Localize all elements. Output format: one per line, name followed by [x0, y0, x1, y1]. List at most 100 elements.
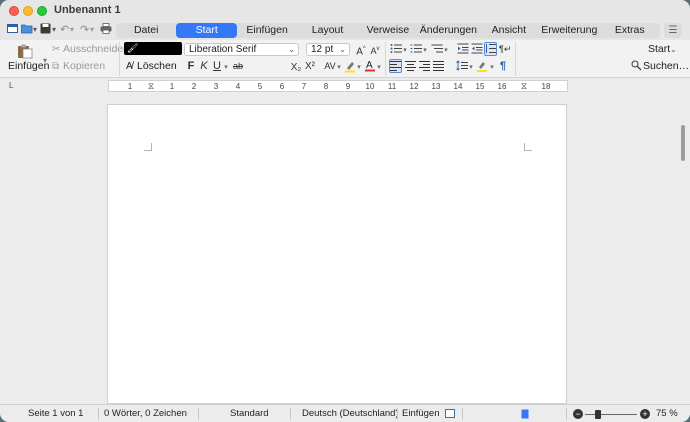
ruler-number: 16: [497, 82, 507, 91]
tab-start[interactable]: Start: [176, 23, 237, 38]
save-icon[interactable]: [40, 23, 51, 37]
text-direction-icon[interactable]: ¶↵: [499, 43, 511, 56]
status-separator: [566, 408, 567, 420]
open-icon[interactable]: [21, 23, 33, 37]
right-indent-marker[interactable]: ⧖: [521, 81, 527, 92]
status-separator: [462, 408, 463, 420]
close-window-button[interactable]: [9, 6, 19, 16]
tab-aenderungen[interactable]: Änderungen: [418, 23, 478, 38]
bold-button[interactable]: F: [186, 60, 196, 73]
line-spacing-dropdown-icon[interactable]: ▾: [468, 61, 474, 74]
numbering-icon[interactable]: [410, 43, 422, 58]
tab-datei[interactable]: Datei: [116, 23, 176, 38]
align-right-icon[interactable]: [418, 60, 430, 75]
zoom-level[interactable]: 75 %: [656, 408, 678, 420]
increase-indent-icon[interactable]: [457, 43, 469, 58]
redo-icon[interactable]: ↷: [80, 23, 89, 37]
font-color-dropdown-icon[interactable]: ▾: [376, 61, 382, 74]
tab-ansicht[interactable]: Ansicht: [479, 23, 539, 38]
font-color-icon[interactable]: A: [364, 59, 376, 76]
hamburger-menu-icon[interactable]: ☰: [664, 23, 682, 38]
decrease-indent-icon[interactable]: [471, 43, 483, 58]
zoom-slider-handle[interactable]: [595, 410, 601, 419]
font-size-value: 12 pt: [311, 44, 334, 55]
chevron-down-icon: ⌄: [339, 45, 346, 54]
italic-button[interactable]: K: [199, 60, 209, 73]
bullets-dropdown-icon[interactable]: ▾: [402, 44, 408, 57]
redo-dropdown-icon[interactable]: ▾: [90, 23, 94, 37]
style-list-button[interactable]: Start: [648, 43, 670, 56]
horizontal-ruler[interactable]: 1 ⧖ 1 2 3 4 5 6 7 8 9 10 11 12 13 14 15 …: [108, 80, 568, 92]
align-left-icon[interactable]: [389, 59, 402, 73]
style-dropdown-icon[interactable]: ⌄: [670, 43, 677, 56]
grow-font-icon[interactable]: A^: [355, 43, 367, 58]
text-boundary-corner: [144, 143, 152, 151]
align-center-icon[interactable]: [404, 60, 416, 75]
undo-icon[interactable]: ↶: [60, 23, 69, 37]
strikethrough-button[interactable]: ab: [232, 60, 244, 73]
underline-dropdown-icon[interactable]: ▾: [223, 61, 229, 74]
cut-icon[interactable]: ✂: [52, 43, 60, 56]
tab-layout[interactable]: Layout: [297, 23, 357, 38]
language[interactable]: Deutsch (Deutschland): [302, 408, 399, 420]
line-spacing-icon[interactable]: [456, 60, 468, 75]
print-icon[interactable]: [100, 23, 112, 37]
outline-icon[interactable]: [431, 43, 443, 58]
clear-format-button[interactable]: Löschen: [137, 60, 177, 73]
ruler-number: 2: [191, 82, 197, 91]
copy-button[interactable]: Kopieren: [63, 60, 105, 73]
save-dropdown-icon[interactable]: ▾: [52, 23, 56, 37]
bullets-icon[interactable]: [390, 43, 402, 58]
find-button[interactable]: Suchen…: [643, 60, 689, 73]
open-dropdown-icon[interactable]: ▾: [33, 23, 37, 37]
ruler-bar: L 1 ⧖ 1 2 3 4 5 6 7 8 9 10 11 12 13 14 1…: [0, 78, 690, 94]
paragraph-mark-icon[interactable]: ¶: [498, 60, 508, 73]
left-indent-marker[interactable]: ⧖: [148, 81, 154, 92]
highlight-dropdown-icon[interactable]: ▾: [356, 61, 362, 74]
page-style[interactable]: Standard: [230, 408, 269, 420]
tab-stop-selector-icon[interactable]: L: [9, 81, 13, 90]
justify-icon[interactable]: [432, 60, 444, 75]
shrink-font-icon[interactable]: Av: [369, 43, 381, 58]
tab-extras[interactable]: Extras: [600, 23, 660, 38]
zoom-out-icon[interactable]: −: [573, 409, 583, 419]
paragraph-background-icon[interactable]: [476, 60, 488, 76]
paragraph-spacing-icon[interactable]: [484, 42, 497, 56]
superscript-button[interactable]: X²: [304, 60, 316, 73]
tab-einfuegen[interactable]: Einfügen: [237, 23, 297, 38]
insert-mode[interactable]: Einfügen: [402, 408, 440, 420]
underline-button[interactable]: U: [212, 60, 222, 73]
character-spacing-icon[interactable]: AV: [324, 60, 336, 73]
ruler-number: 14: [453, 82, 463, 91]
minimize-window-button[interactable]: [23, 6, 33, 16]
page-count[interactable]: Seite 1 von 1: [28, 408, 83, 420]
outline-dropdown-icon[interactable]: ▾: [443, 44, 449, 57]
tab-verweise[interactable]: Verweise: [358, 23, 418, 38]
single-page-view-icon[interactable]: [521, 409, 529, 422]
paragraph-background-dropdown-icon[interactable]: ▾: [489, 61, 495, 74]
find-replace-icon[interactable]: [631, 60, 642, 75]
font-name-field[interactable]: Liberation Serif ⌄: [184, 43, 299, 56]
style-preview-box[interactable]: 🖌: [124, 42, 182, 55]
copy-icon[interactable]: ⧉: [52, 60, 59, 73]
ribbon-tabs: Datei Start Einfügen Layout Verweise Änd…: [116, 23, 660, 38]
zoom-slider[interactable]: [585, 414, 637, 415]
zoom-window-button[interactable]: [37, 6, 47, 16]
subscript-button[interactable]: X₂: [290, 61, 302, 74]
ruler-number: 1: [127, 82, 133, 91]
document-page[interactable]: [107, 104, 567, 404]
font-name-value: Liberation Serif: [189, 44, 257, 55]
font-size-field[interactable]: 12 pt ⌄: [306, 43, 350, 56]
selection-mode-icon[interactable]: [445, 409, 455, 422]
numbering-dropdown-icon[interactable]: ▾: [422, 44, 428, 57]
sidebar-icon[interactable]: [7, 23, 18, 37]
word-count[interactable]: 0 Wörter, 0 Zeichen: [104, 408, 187, 420]
clear-format-icon[interactable]: A̸: [126, 60, 133, 73]
paste-dropdown-icon[interactable]: ▾: [43, 54, 47, 67]
highlight-icon[interactable]: [344, 60, 356, 77]
vertical-scrollbar[interactable]: [681, 125, 685, 161]
zoom-in-icon[interactable]: +: [640, 409, 650, 419]
undo-dropdown-icon[interactable]: ▾: [70, 23, 74, 37]
tab-erweiterung[interactable]: Erweiterung: [539, 23, 599, 38]
char-spacing-dropdown-icon[interactable]: ▾: [336, 61, 342, 74]
